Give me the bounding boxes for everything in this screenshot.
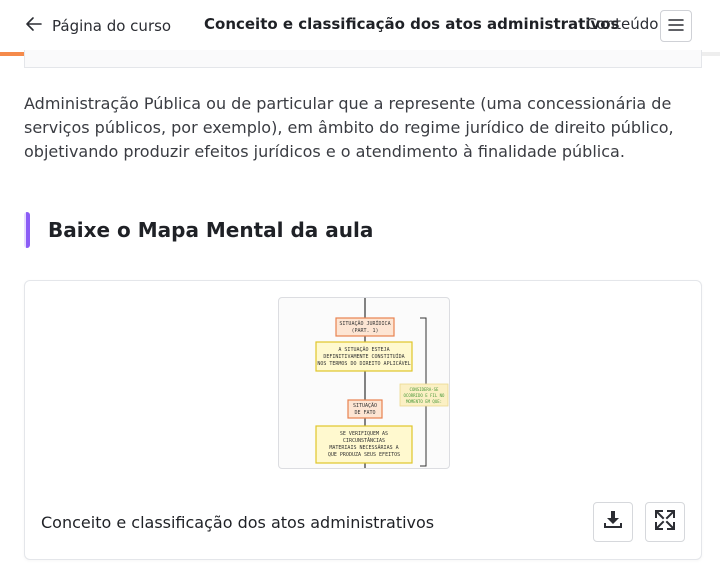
section-title: Baixe o Mapa Mental da aula <box>48 218 374 242</box>
mind-map-node-text: OCORRIDO E FIL NO <box>404 393 446 398</box>
page-title: Conceito e classificação dos atos admini… <box>204 15 620 33</box>
lesson-paragraph: Administração Pública ou de particular q… <box>24 94 674 161</box>
download-icon <box>602 509 624 535</box>
mind-map-node-text: DE FATO <box>354 410 375 416</box>
mind-map-node-text: DEFINITIVAMENTE CONSTITUÍDA <box>323 352 404 360</box>
mind-map-node-text: MATERIAIS NECESSÁRIAS A <box>329 444 398 451</box>
mind-map-node-text: CIRCUNSTÂNCIAS <box>343 437 385 444</box>
mind-map-node-text: SE VERIFIQUEM AS <box>340 431 388 437</box>
mind-map-node-text: CONSIDERA-SE <box>410 387 439 392</box>
heading-accent-bar <box>24 212 30 248</box>
section-heading: Baixe o Mapa Mental da aula <box>24 212 373 248</box>
mind-map-node-text: A SITUAÇÃO ESTEJA <box>338 346 389 353</box>
mind-map-node-text: NOS TERMOS DO DIREITO APLICÁVEL <box>317 360 410 367</box>
download-button[interactable] <box>593 502 633 542</box>
mind-map-node-text: SITUAÇÃO JURÍDICA <box>339 319 390 327</box>
arrow-left-icon <box>24 14 44 38</box>
menu-button[interactable] <box>660 10 692 42</box>
back-to-course-link[interactable]: Página do curso <box>24 12 171 40</box>
mind-map-node-text: QUE PRODUZA SEUS EFEITOS <box>328 452 400 458</box>
content-menu-label[interactable]: Conteúdo <box>586 15 658 33</box>
mind-map-node-text: SITUAÇÃO <box>353 402 377 409</box>
expand-button[interactable] <box>645 502 685 542</box>
back-label: Página do curso <box>52 17 172 35</box>
mind-map-thumbnail[interactable]: SITUAÇÃO JURÍDICA (PART. 1) A SITUAÇÃO E… <box>278 297 450 469</box>
expand-icon <box>654 509 676 535</box>
mind-map-node-text: (PART. 1) <box>351 328 378 334</box>
mind-map-card: SITUAÇÃO JURÍDICA (PART. 1) A SITUAÇÃO E… <box>24 280 702 560</box>
top-bar: Página do curso Conceito e classificação… <box>0 0 720 52</box>
mind-map-caption: Conceito e classificação dos atos admini… <box>41 513 435 532</box>
mind-map-node-text: MOMENTO EM QUE: <box>406 399 442 404</box>
hamburger-menu-icon <box>668 17 684 36</box>
previous-card-edge <box>24 50 702 68</box>
